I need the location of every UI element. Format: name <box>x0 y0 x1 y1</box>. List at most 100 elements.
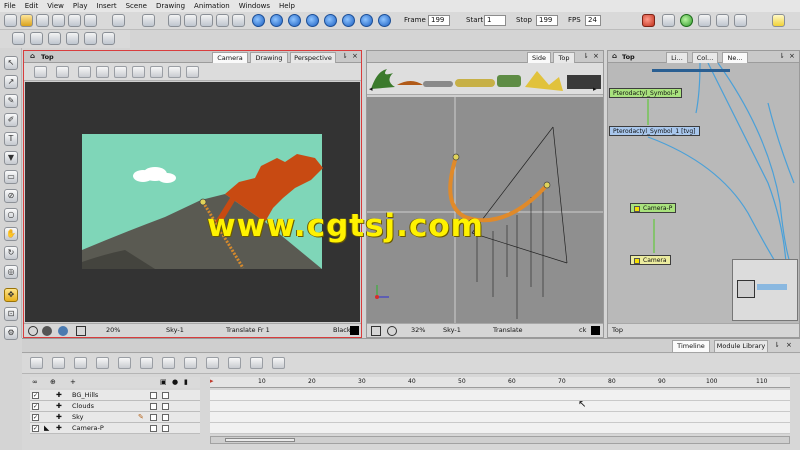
onion-skin-icon[interactable] <box>698 14 711 27</box>
motion-keyframe-icon[interactable] <box>162 357 175 369</box>
settings-icon[interactable] <box>42 326 52 336</box>
display-mode-icon[interactable] <box>56 66 69 78</box>
redo-icon[interactable] <box>142 14 155 27</box>
contour-editor-icon[interactable]: ↗ <box>4 75 18 89</box>
snap-icon[interactable] <box>48 32 61 45</box>
tab-timeline[interactable]: Timeline <box>672 340 710 352</box>
frame-icon[interactable] <box>371 326 381 336</box>
play-sound-icon[interactable] <box>270 14 283 27</box>
lock-icon[interactable]: ▣ <box>160 378 167 386</box>
effects-icon[interactable] <box>642 14 655 27</box>
side-zoom[interactable]: 32% <box>411 324 425 337</box>
next-frame-icon[interactable] <box>342 14 355 27</box>
gear-icon[interactable] <box>58 326 68 336</box>
layer-row[interactable]: ✓ ✚ Sky ✎ <box>30 412 200 423</box>
tab-library[interactable]: Li... <box>666 52 688 63</box>
zoom-tool-icon[interactable]: ○ <box>4 208 18 222</box>
menu-help[interactable]: Help <box>279 2 295 10</box>
import-icon[interactable] <box>68 14 81 27</box>
layer-visible-checkbox[interactable] <box>162 425 169 432</box>
node-graph[interactable]: Pterodactyl_Symbol-P Pterodactyl_Symbol_… <box>608 63 799 323</box>
palette-icon[interactable] <box>662 14 675 27</box>
layer-row[interactable]: ✓ ✚ Clouds <box>30 401 200 412</box>
play-icon[interactable] <box>252 14 265 27</box>
node-pterodactyl-peg[interactable]: Pterodactyl_Symbol-P <box>609 88 683 98</box>
add-drawing-layer-icon[interactable] <box>52 357 65 369</box>
timeline-ruler[interactable]: ▸ 10 20 30 40 50 60 70 80 90 100 110 <box>210 377 790 388</box>
layer-enable-checkbox[interactable]: ✓ <box>32 414 39 421</box>
playhead-icon[interactable]: ▸ <box>210 377 214 385</box>
stop-field[interactable]: 199 <box>536 15 558 26</box>
onion-icon[interactable] <box>186 66 199 78</box>
menu-file[interactable]: File <box>4 2 16 10</box>
rotate-tool-icon[interactable]: ↻ <box>4 246 18 260</box>
tab-drawing[interactable]: Drawing <box>250 52 288 63</box>
lock-all-icon[interactable] <box>132 66 145 78</box>
hand-tool-icon[interactable]: ✋ <box>4 227 18 241</box>
add-icon[interactable]: + <box>70 378 76 386</box>
tab-top[interactable]: Top <box>553 52 575 63</box>
home-icon[interactable]: ⌂ <box>30 52 35 60</box>
camera-viewport[interactable] <box>25 82 360 322</box>
expand-icon[interactable] <box>228 357 241 369</box>
panel-menu-icon[interactable]: ⇂ <box>583 52 589 60</box>
node-top-label[interactable]: Top <box>622 53 635 61</box>
layer-enable-checkbox[interactable]: ✓ <box>32 425 39 432</box>
cut-icon[interactable] <box>168 14 181 27</box>
previous-frame-icon[interactable] <box>324 14 337 27</box>
layer-enable-checkbox[interactable]: ✓ <box>32 403 39 410</box>
camera-zoom[interactable]: 20% <box>106 324 120 337</box>
flip-timeline-icon[interactable] <box>272 357 285 369</box>
node-camera-peg[interactable]: Camera-P <box>630 203 677 213</box>
frame-icon[interactable] <box>76 326 86 336</box>
layer-row[interactable]: ✓ ✚ BG_Hills <box>30 390 200 401</box>
scrollbar-thumb[interactable] <box>225 438 295 442</box>
scroll-left-icon[interactable]: ◂ <box>369 85 373 93</box>
menu-drawing[interactable]: Drawing <box>156 2 185 10</box>
crosshair-icon[interactable] <box>28 326 38 336</box>
morph-tool-icon[interactable]: ◎ <box>4 265 18 279</box>
unlock-icon[interactable] <box>150 66 163 78</box>
ease-icon[interactable] <box>206 357 219 369</box>
grid-icon[interactable] <box>30 32 43 45</box>
new-scene-icon[interactable] <box>4 14 17 27</box>
undo-icon[interactable] <box>112 14 125 27</box>
transform-tool-icon[interactable]: ✥ <box>4 288 18 302</box>
node-pterodactyl-drawing[interactable]: Pterodactyl_Symbol_1 [tvg] <box>609 126 700 136</box>
lock-icon[interactable] <box>114 66 127 78</box>
home-icon[interactable]: ⌂ <box>612 52 617 60</box>
tab-perspective[interactable]: Perspective <box>290 52 336 63</box>
first-frame-icon[interactable] <box>306 14 319 27</box>
camera-top-label[interactable]: Top <box>41 53 54 61</box>
safe-area-icon[interactable] <box>96 66 109 78</box>
layer-track[interactable] <box>210 412 790 423</box>
brush-icon[interactable]: ✎ <box>4 94 18 108</box>
stop-icon[interactable] <box>378 14 391 27</box>
globe-icon[interactable] <box>680 14 693 27</box>
delete-icon[interactable] <box>216 14 229 27</box>
transform-icon[interactable] <box>12 32 25 45</box>
paint-icon[interactable]: ▼ <box>4 151 18 165</box>
save-icon[interactable] <box>36 14 49 27</box>
kinematic-tool-icon[interactable]: ⚙ <box>4 326 18 340</box>
dropper-icon[interactable]: ⊘ <box>4 189 18 203</box>
layer-track[interactable] <box>210 423 790 434</box>
eraser-icon[interactable]: ▭ <box>4 170 18 184</box>
panel-menu-icon[interactable]: ⇂ <box>779 52 785 60</box>
bg-color-swatch[interactable] <box>350 326 359 335</box>
tab-module-library[interactable]: Module Library <box>714 340 768 352</box>
color-icon[interactable]: ▮ <box>184 378 188 386</box>
menu-play[interactable]: Play <box>73 2 88 10</box>
tab-network[interactable]: Ne... <box>722 52 748 63</box>
save-all-icon[interactable] <box>52 14 65 27</box>
menu-animation[interactable]: Animation <box>194 2 230 10</box>
frame-field[interactable]: 199 <box>428 15 450 26</box>
layer-lock-checkbox[interactable] <box>150 403 157 410</box>
peg-icon[interactable]: ⊕ <box>50 378 56 386</box>
select-tool-icon[interactable]: ↖ <box>4 56 18 70</box>
render-icon[interactable] <box>232 14 245 27</box>
expand-arrow-icon[interactable]: ◣ <box>44 423 49 434</box>
grid-toggle-icon[interactable] <box>34 66 47 78</box>
layer-track[interactable] <box>210 401 790 412</box>
menu-windows[interactable]: Windows <box>239 2 270 10</box>
